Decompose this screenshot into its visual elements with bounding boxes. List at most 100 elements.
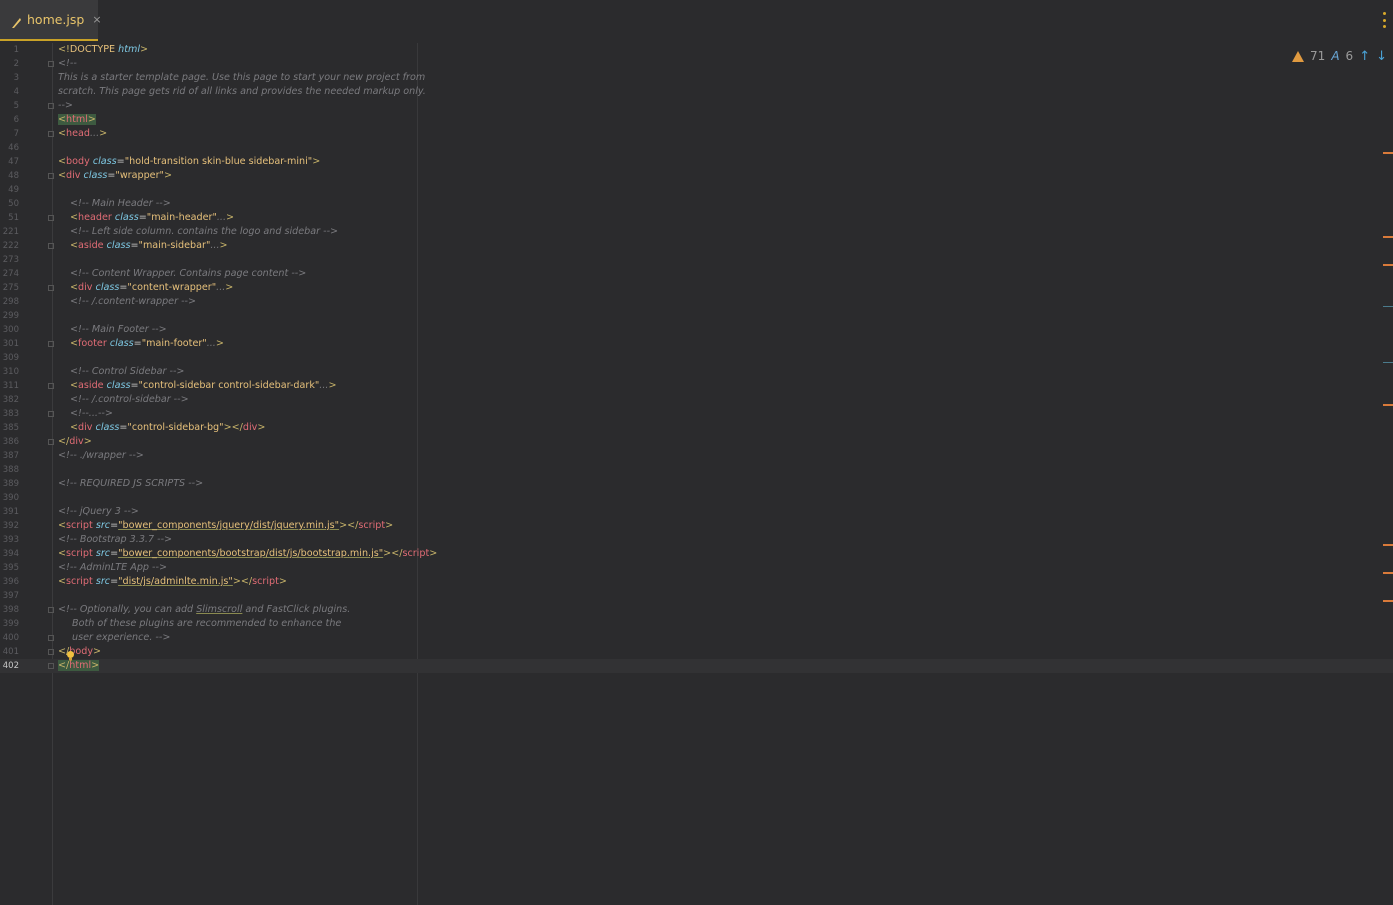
code-line[interactable]: 3 This is a starter template page. Use th…: [0, 71, 1393, 85]
code-text: <aside class="main-sidebar"...>: [70, 240, 228, 251]
code-line[interactable]: 1 <!DOCTYPE html>: [0, 43, 1393, 57]
code-line[interactable]: 388: [0, 463, 1393, 477]
code-line[interactable]: 390: [0, 491, 1393, 505]
code-line[interactable]: 299: [0, 309, 1393, 323]
warning-marker[interactable]: [1383, 264, 1393, 266]
code-line[interactable]: 400 user experience. -->: [0, 631, 1393, 645]
fold-toggle-icon[interactable]: [48, 215, 54, 221]
fold-toggle-icon[interactable]: [48, 635, 54, 641]
code-text: <!-- jQuery 3 -->: [58, 506, 139, 517]
code-line[interactable]: 386 </div>: [0, 435, 1393, 449]
code-line[interactable]: 275 <div class="content-wrapper"...>: [0, 281, 1393, 295]
close-icon[interactable]: ×: [92, 13, 101, 26]
warning-marker[interactable]: [1383, 236, 1393, 238]
warning-marker[interactable]: [1383, 544, 1393, 546]
fold-toggle-icon[interactable]: [48, 383, 54, 389]
code-line[interactable]: 385 <div class="control-sidebar-bg"></div…: [0, 421, 1393, 435]
fold-toggle-icon[interactable]: [48, 439, 54, 445]
code-line[interactable]: 392 <script src="bower_components/jquery/…: [0, 519, 1393, 533]
line-number: 51: [8, 213, 19, 223]
code-line[interactable]: 396 <script src="dist/js/adminlte.min.js"…: [0, 575, 1393, 589]
next-highlight-icon[interactable]: ↓: [1376, 49, 1387, 64]
inspection-widget[interactable]: 71 A 6 ↑ ↓: [1292, 49, 1387, 64]
code-text: scratch. This page gets rid of all links…: [58, 86, 426, 97]
line-number: 401: [2, 647, 19, 657]
code-line[interactable]: 7 <head...>: [0, 127, 1393, 141]
line-number: 5: [13, 101, 19, 111]
info-marker[interactable]: [1383, 306, 1393, 307]
warning-marker[interactable]: [1383, 404, 1393, 406]
line-number: 222: [2, 241, 19, 251]
code-line[interactable]: 397: [0, 589, 1393, 603]
code-line[interactable]: 399 Both of these plugins are recommended…: [0, 617, 1393, 631]
code-line[interactable]: 4 scratch. This page gets rid of all link…: [0, 85, 1393, 99]
code-line[interactable]: 50 <!-- Main Header -->: [0, 197, 1393, 211]
code-line[interactable]: 46: [0, 141, 1393, 155]
fold-toggle-icon[interactable]: [48, 131, 54, 137]
code-line[interactable]: 2 <!--: [0, 57, 1393, 71]
code-line[interactable]: 401 </body>: [0, 645, 1393, 659]
code-line[interactable]: 387 <!-- ./wrapper -->: [0, 449, 1393, 463]
warning-marker[interactable]: [1383, 600, 1393, 602]
code-line[interactable]: 221 <!-- Left side column. contains the l…: [0, 225, 1393, 239]
code-line[interactable]: 298 <!-- /.content-wrapper -->: [0, 295, 1393, 309]
info-marker[interactable]: [1383, 362, 1393, 363]
line-number: 46: [8, 143, 19, 153]
line-number: 273: [2, 255, 19, 265]
code-text: <!DOCTYPE html>: [58, 44, 149, 55]
warning-marker[interactable]: [1383, 572, 1393, 574]
code-line[interactable]: 48 <div class="wrapper">: [0, 169, 1393, 183]
code-line[interactable]: 274 <!-- Content Wrapper. Contains page c…: [0, 267, 1393, 281]
code-line[interactable]: 393 <!-- Bootstrap 3.3.7 -->: [0, 533, 1393, 547]
code-editor[interactable]: 1 <!DOCTYPE html> 2 <!-- 3 This is a starter …: [0, 43, 1393, 905]
line-number: 399: [2, 619, 19, 629]
code-line[interactable]: 51 <header class="main-header"...>: [0, 211, 1393, 225]
fold-toggle-icon[interactable]: [48, 173, 54, 179]
fold-toggle-icon[interactable]: [48, 663, 54, 669]
code-line[interactable]: 391 <!-- jQuery 3 -->: [0, 505, 1393, 519]
line-number: 395: [2, 563, 19, 573]
previous-highlight-icon[interactable]: ↑: [1359, 49, 1370, 64]
code-line[interactable]: 382 <!-- /.control-sidebar -->: [0, 393, 1393, 407]
code-text: <!-- /.control-sidebar -->: [70, 394, 189, 405]
fold-toggle-icon[interactable]: [48, 61, 54, 67]
code-line[interactable]: 402 </html>: [0, 659, 1393, 673]
fold-toggle-icon[interactable]: [48, 341, 54, 347]
code-text: <head...>: [58, 128, 108, 139]
fold-toggle-icon[interactable]: [48, 649, 54, 655]
line-number: 383: [2, 409, 19, 419]
tab-home-jsp[interactable]: home.jsp ×: [0, 0, 102, 41]
line-number: 310: [2, 367, 19, 377]
code-line[interactable]: 389 <!-- REQUIRED JS SCRIPTS -->: [0, 477, 1393, 491]
code-line[interactable]: 5 -->: [0, 99, 1393, 113]
line-number: 400: [2, 633, 19, 643]
code-line[interactable]: 311 <aside class="control-sidebar control…: [0, 379, 1393, 393]
line-number: 391: [2, 507, 19, 517]
fold-toggle-icon[interactable]: [48, 103, 54, 109]
code-line[interactable]: 383 <!--...-->: [0, 407, 1393, 421]
line-number: 6: [13, 115, 19, 125]
code-line[interactable]: 310 <!-- Control Sidebar -->: [0, 365, 1393, 379]
fold-toggle-icon[interactable]: [48, 411, 54, 417]
warning-marker[interactable]: [1383, 152, 1393, 154]
fold-toggle-icon[interactable]: [48, 285, 54, 291]
code-line[interactable]: 49: [0, 183, 1393, 197]
code-line[interactable]: 300 <!-- Main Footer -->: [0, 323, 1393, 337]
warning-icon: [1292, 50, 1305, 62]
code-line[interactable]: 6 <html>: [0, 113, 1393, 127]
code-line[interactable]: 394 <script src="bower_components/bootstr…: [0, 547, 1393, 561]
code-line[interactable]: 395 <!-- AdminLTE App -->: [0, 561, 1393, 575]
code-line[interactable]: 309: [0, 351, 1393, 365]
code-text: <!--...-->: [70, 408, 113, 419]
code-line[interactable]: 301 <footer class="main-footer"...>: [0, 337, 1393, 351]
code-text: <!-- /.content-wrapper -->: [70, 296, 197, 307]
code-line[interactable]: 273: [0, 253, 1393, 267]
code-line[interactable]: 47 <body class="hold-transition skin-blue…: [0, 155, 1393, 169]
code-line[interactable]: 398 <!-- Optionally, you can add Slimscro…: [0, 603, 1393, 617]
code-text: <!-- Content Wrapper. Contains page cont…: [70, 268, 307, 279]
lightbulb-icon[interactable]: [65, 647, 76, 661]
code-line[interactable]: 222 <aside class="main-sidebar"...>: [0, 239, 1393, 253]
fold-toggle-icon[interactable]: [48, 243, 54, 249]
more-options-icon[interactable]: [1381, 12, 1387, 28]
fold-toggle-icon[interactable]: [48, 607, 54, 613]
